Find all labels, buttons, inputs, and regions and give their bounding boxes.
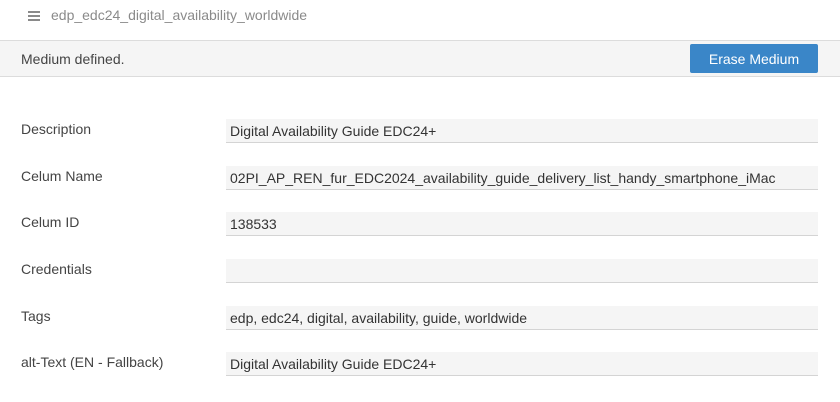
tags-label: Tags bbox=[21, 308, 51, 324]
celum-name-label: Celum Name bbox=[21, 168, 103, 184]
field-row-celum-name: Celum Name 02PI_AP_REN_fur_EDC2024_avail… bbox=[0, 166, 840, 190]
field-row-tags: Tags edp, edc24, digital, availability, … bbox=[0, 306, 840, 330]
field-row-celum-id: Celum ID 138533 bbox=[0, 212, 840, 236]
alt-text-field[interactable]: Digital Availability Guide EDC24+ bbox=[226, 352, 818, 376]
description-field[interactable]: Digital Availability Guide EDC24+ bbox=[226, 119, 818, 143]
celum-id-field[interactable]: 138533 bbox=[226, 212, 818, 236]
tags-field[interactable]: edp, edc24, digital, availability, guide… bbox=[226, 306, 818, 330]
status-bar: Medium defined. Erase Medium bbox=[0, 40, 840, 77]
status-message: Medium defined. bbox=[21, 51, 125, 67]
page-title: edp_edc24_digital_availability_worldwide bbox=[51, 7, 308, 23]
alt-text-label: alt-Text (EN - Fallback) bbox=[21, 354, 164, 370]
credentials-field[interactable] bbox=[226, 259, 818, 283]
hamburger-menu-icon[interactable] bbox=[28, 11, 40, 21]
description-label: Description bbox=[21, 121, 92, 137]
celum-name-field[interactable]: 02PI_AP_REN_fur_EDC2024_availability_gui… bbox=[226, 166, 818, 190]
header-bar: edp_edc24_digital_availability_worldwide bbox=[0, 0, 840, 40]
field-row-alt-text: alt-Text (EN - Fallback) Digital Availab… bbox=[0, 352, 840, 376]
field-row-description: Description Digital Availability Guide E… bbox=[0, 119, 840, 143]
field-row-credentials: Credentials bbox=[0, 259, 840, 283]
erase-medium-button[interactable]: Erase Medium bbox=[690, 44, 818, 73]
credentials-label: Credentials bbox=[21, 261, 92, 277]
celum-id-label: Celum ID bbox=[21, 214, 80, 230]
